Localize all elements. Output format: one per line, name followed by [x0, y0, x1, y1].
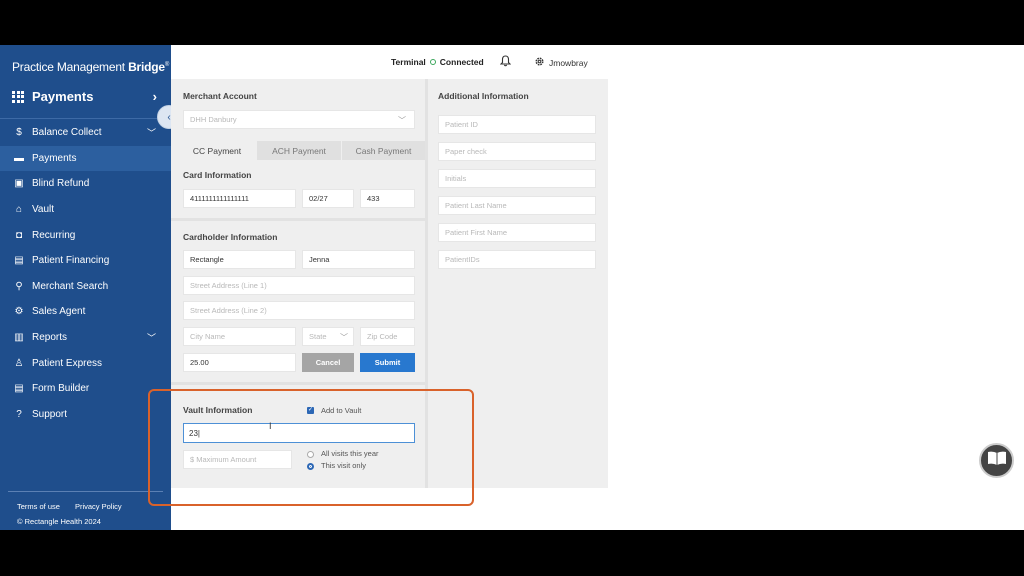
sidebar-item-label: Support — [32, 408, 68, 420]
chevron-down-icon: ﹀ — [146, 333, 156, 344]
terminal-status-text: Connected — [439, 57, 484, 67]
recurring-icon: ◘ — [15, 229, 23, 241]
footer-links: Terms of use Privacy Policy — [17, 502, 122, 511]
additional-header: Additional Information — [438, 91, 529, 101]
sidebar-item-label: Recurring — [32, 229, 76, 241]
section-title: Payments — [32, 89, 94, 104]
additional-field-patient-id[interactable]: Patient ID — [438, 115, 596, 134]
status-dot-icon — [429, 59, 436, 65]
sidebar-item-form-builder[interactable]: ▤ Form Builder — [0, 376, 171, 402]
additional-field-initials[interactable]: Initials — [438, 169, 596, 188]
privacy-link[interactable]: Privacy Policy — [75, 502, 122, 511]
apps-grid-icon — [12, 90, 24, 103]
payments-icon: ▬ — [14, 152, 24, 164]
sidebar-item-patient-express[interactable]: ♙ Patient Express — [0, 350, 171, 376]
sidebar-item-label: Patient Financing — [32, 255, 110, 267]
sidebar-divider — [0, 118, 171, 119]
user-menu[interactable]: Jmowbray — [534, 56, 588, 69]
additional-field-patientids[interactable]: PatientIDs — [438, 250, 596, 269]
patient-express-icon: ♙ — [14, 357, 24, 369]
sidebar-item-label: Sales Agent — [32, 306, 86, 318]
help-book-button[interactable] — [979, 443, 1014, 478]
blind-refund-icon: ▣ — [14, 178, 24, 190]
copyright: © Rectangle Health 2024 — [17, 517, 101, 526]
sidebar-item-vault[interactable]: ⌂ Vault — [0, 197, 171, 223]
terms-link[interactable]: Terms of use — [17, 502, 60, 511]
vault-icon: ⌂ — [15, 204, 23, 216]
footer-divider — [8, 491, 163, 492]
sidebar: Practice Management Bridge® Payments › $… — [0, 45, 171, 530]
brand-logo: Practice Management Bridge® — [12, 60, 170, 74]
merchant-search-icon: ⚲ — [15, 280, 23, 292]
sidebar-item-sales-agent[interactable]: ⚙ Sales Agent — [0, 299, 171, 325]
gear-icon — [534, 56, 545, 69]
sidebar-item-balance-collect[interactable]: $ Balance Collect ﹀ — [0, 120, 171, 146]
sidebar-item-label: Vault — [32, 204, 55, 216]
additional-field-patient-last-name[interactable]: Patient Last Name — [438, 196, 596, 215]
sidebar-item-patient-financing[interactable]: ▤ Patient Financing — [0, 248, 171, 274]
balance-collect-icon: $ — [16, 127, 22, 139]
username: Jmowbray — [549, 57, 588, 68]
reports-icon: ▥ — [14, 332, 24, 344]
terminal-label: Terminal — [391, 57, 426, 67]
patient-financing-icon: ▤ — [14, 255, 24, 267]
sidebar-item-merchant-search[interactable]: ⚲ Merchant Search — [0, 274, 171, 300]
sales-agent-icon: ⚙ — [14, 306, 24, 318]
sidebar-item-label: Payments — [32, 152, 77, 164]
book-icon — [987, 450, 1007, 471]
support-icon: ? — [16, 408, 22, 420]
sidebar-item-support[interactable]: ? Support — [0, 402, 171, 428]
additional-field-paper-check[interactable]: Paper check — [438, 142, 596, 161]
sidebar-item-label: Merchant Search — [32, 280, 109, 292]
sidebar-item-reports[interactable]: ▥ Reports ﹀ — [0, 325, 171, 351]
sidebar-item-recurring[interactable]: ◘ Recurring — [0, 222, 171, 248]
additional-field-patient-first-name[interactable]: Patient First Name — [438, 223, 596, 242]
sidebar-item-label: Blind Refund — [32, 178, 90, 190]
sidebar-item-label: Patient Express — [32, 357, 103, 369]
section-payments[interactable]: Payments › — [0, 82, 171, 111]
sidebar-item-label: Reports — [32, 332, 68, 344]
sidebar-nav: $ Balance Collect ﹀ ▬ Payments ▣ Blind Refund ⌂… — [0, 120, 171, 427]
highlight-box — [148, 389, 474, 506]
sidebar-item-payments[interactable]: ▬ Payments — [0, 145, 171, 172]
sidebar-item-blind-refund[interactable]: ▣ Blind Refund — [0, 171, 171, 197]
sidebar-item-label: Balance Collect — [32, 127, 102, 139]
bell-icon[interactable] — [499, 55, 512, 70]
form-builder-icon: ▤ — [14, 383, 24, 395]
chevron-right-icon: › — [152, 89, 157, 104]
sidebar-item-label: Form Builder — [32, 383, 90, 395]
chevron-down-icon: ﹀ — [146, 128, 156, 139]
terminal-status: Terminal Connected — [391, 57, 484, 67]
top-bar: Terminal Connected Jmowbray — [171, 45, 608, 79]
